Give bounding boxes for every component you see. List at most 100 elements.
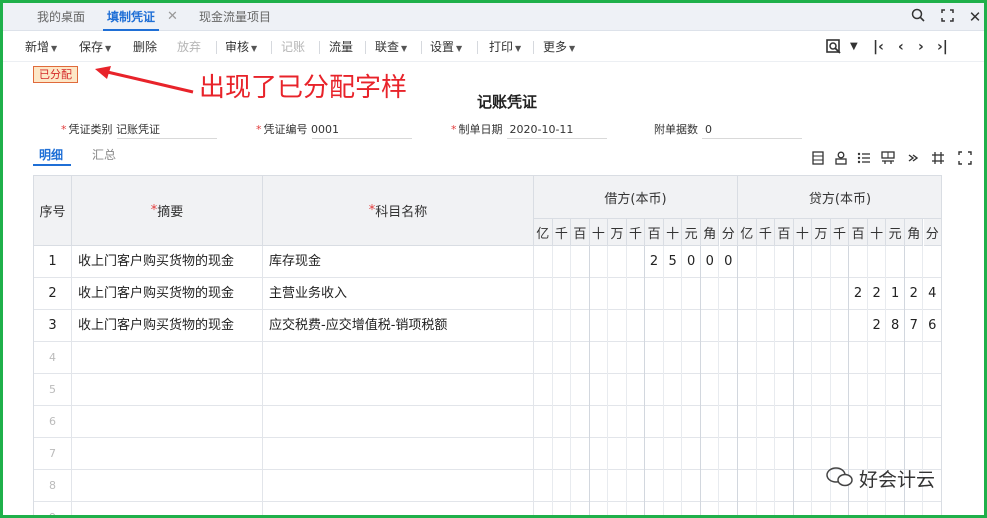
debit-digit-cell[interactable] [682,502,701,515]
debit-digit-cell[interactable] [627,278,646,310]
save-button[interactable]: 保存 ▼ [79,32,111,62]
debit-digit-cell[interactable] [664,438,683,470]
debit-digit-cell[interactable] [664,470,683,502]
debit-digit-cell[interactable] [553,438,572,470]
credit-digit-cell[interactable] [738,438,757,470]
tab-fill-voucher[interactable]: 填制凭证 [103,3,160,31]
debit-digit-cell[interactable] [701,438,720,470]
more-button[interactable]: 更多 ▼ [543,32,575,62]
debit-digit-cell[interactable] [608,342,627,374]
debit-digit-cell[interactable] [608,438,627,470]
debit-digit-cell[interactable] [627,470,646,502]
debit-digit-cell[interactable] [571,470,590,502]
credit-digit-cell[interactable] [886,374,905,406]
table-row[interactable]: 1 收上门客户购买货物的现金 库存现金 2 5 0 0 0 [34,246,941,278]
summary-cell[interactable] [72,342,263,374]
debit-digit-cell[interactable] [608,310,627,342]
debit-digit-cell[interactable] [553,470,572,502]
close-icon[interactable]: ✕ [965,3,984,31]
voucher-search-icon[interactable] [826,32,842,62]
debit-digit-cell[interactable]: 5 [664,246,683,278]
credit-digit-cell[interactable] [775,374,794,406]
debit-digit-cell[interactable] [682,278,701,310]
credit-digit-cell[interactable] [738,246,757,278]
debit-digit-cell[interactable] [664,310,683,342]
credit-digit-cell[interactable] [794,278,813,310]
credit-digit-cell[interactable] [794,502,813,515]
insert-row-icon[interactable] [811,151,825,169]
credit-digit-cell[interactable] [886,406,905,438]
debit-digit-cell[interactable] [627,438,646,470]
credit-digit-cell[interactable] [905,246,924,278]
first-icon[interactable]: |‹ [873,32,884,62]
credit-digit-cell[interactable] [849,246,868,278]
debit-digit-cell[interactable] [571,342,590,374]
debit-digit-cell[interactable] [590,502,609,515]
credit-digit-cell[interactable] [812,406,831,438]
close-tab-icon[interactable]: ✕ [167,3,178,31]
debit-digit-cell[interactable] [664,278,683,310]
credit-digit-cell[interactable] [738,342,757,374]
table-row[interactable]: 5 [34,374,941,406]
debit-digit-cell[interactable] [720,374,739,406]
debit-digit-cell[interactable] [590,438,609,470]
credit-digit-cell[interactable] [831,342,850,374]
debit-digit-cell[interactable] [608,374,627,406]
debit-digit-cell[interactable] [627,502,646,515]
credit-digit-cell[interactable]: 6 [924,310,942,342]
summary-cell[interactable] [72,438,263,470]
credit-digit-cell[interactable] [812,374,831,406]
summary-cell[interactable] [72,406,263,438]
table-row[interactable]: 3 收上门客户购买货物的现金 应交税费-应交增值税-销项税额 2 8 7 6 [34,310,942,342]
debit-digit-cell[interactable] [571,502,590,515]
credit-digit-cell[interactable] [905,374,924,406]
voucher-number-field[interactable]: * 凭证编号 0001 [256,121,339,137]
debit-digit-cell[interactable] [571,438,590,470]
post-button[interactable]: 记账 [281,32,305,62]
account-cell[interactable] [263,502,534,515]
summary-cell[interactable] [72,470,263,502]
credit-digit-cell[interactable] [831,246,850,278]
debit-digit-cell[interactable] [682,470,701,502]
debit-digit-cell[interactable]: 0 [682,246,701,278]
debit-digit-cell[interactable] [720,278,739,310]
next-icon[interactable]: › [918,32,924,62]
summary-cell[interactable]: 收上门客户购买货物的现金 [72,310,263,342]
credit-digit-cell[interactable] [886,246,905,278]
debit-digit-cell[interactable] [590,310,609,342]
credit-digit-cell[interactable] [905,502,924,515]
credit-digit-cell[interactable] [831,310,850,342]
credit-digit-cell[interactable]: 7 [905,310,924,342]
credit-digit-cell[interactable] [849,310,868,342]
debit-digit-cell[interactable] [645,342,664,374]
summary-cell[interactable]: 收上门客户购买货物的现金 [72,278,263,310]
credit-digit-cell[interactable] [775,470,794,502]
credit-digit-cell[interactable] [738,470,757,502]
debit-digit-cell[interactable] [534,406,553,438]
table-row[interactable]: 9 [34,502,941,515]
credit-digit-cell[interactable] [794,438,813,470]
table-row[interactable]: 2 收上门客户购买货物的现金 主营业务收入 2 2 1 2 4 [34,278,941,310]
credit-digit-cell[interactable] [812,278,831,310]
debit-digit-cell[interactable] [553,502,572,515]
cashflow-button[interactable]: 流量 [329,32,353,62]
credit-digit-cell[interactable] [757,502,776,515]
credit-digit-cell[interactable] [738,278,757,310]
table-row[interactable]: 7 [34,438,941,470]
split-icon[interactable] [931,151,945,169]
credit-digit-cell[interactable] [794,310,813,342]
credit-digit-cell[interactable] [757,374,776,406]
settings-button[interactable]: 设置 ▼ [430,32,462,62]
debit-digit-cell[interactable] [664,502,683,515]
debit-digit-cell[interactable] [720,438,739,470]
debit-digit-cell[interactable] [553,278,572,310]
credit-digit-cell[interactable] [868,342,887,374]
credit-digit-cell[interactable] [812,502,831,515]
credit-digit-cell[interactable] [775,406,794,438]
credit-digit-cell[interactable] [812,310,831,342]
summary-cell[interactable]: 收上门客户购买货物的现金 [72,246,263,278]
debit-digit-cell[interactable] [645,470,664,502]
debit-digit-cell[interactable] [553,406,572,438]
debit-digit-cell[interactable] [608,470,627,502]
debit-digit-cell[interactable] [701,374,720,406]
